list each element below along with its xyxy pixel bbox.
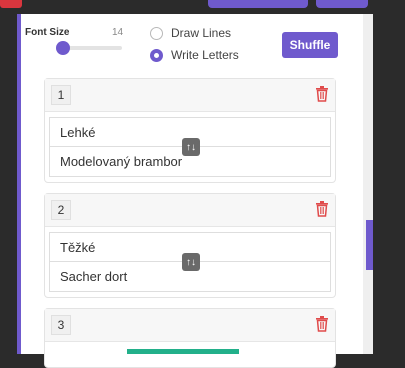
trash-icon[interactable] <box>315 316 329 332</box>
trash-icon[interactable] <box>315 86 329 102</box>
pair-card-header: 1 <box>45 79 335 112</box>
pair-card-2: 2 Těžké Sacher dort ↑↓ <box>44 193 336 298</box>
radio-write-letters[interactable]: Write Letters <box>150 48 239 62</box>
pair-number: 3 <box>51 315 71 335</box>
radio-draw-lines-label: Draw Lines <box>171 26 232 40</box>
partial-purple-button-2[interactable] <box>316 0 368 8</box>
scrollbar-track[interactable] <box>363 14 373 354</box>
partial-green-button[interactable] <box>127 349 239 354</box>
pair-card-3: 3 <box>44 308 336 368</box>
font-size-label: Font Size <box>25 27 70 38</box>
settings-panel <box>17 14 367 354</box>
partial-purple-button[interactable] <box>208 0 308 8</box>
trash-icon[interactable] <box>315 201 329 217</box>
pair-number: 1 <box>51 85 71 105</box>
radio-write-letters-label: Write Letters <box>171 48 239 62</box>
scrollbar-thumb[interactable] <box>366 220 373 270</box>
partial-red-button[interactable] <box>0 0 22 8</box>
swap-arrows-icon[interactable]: ↑↓ <box>182 138 200 156</box>
radio-draw-lines[interactable]: Draw Lines <box>150 26 231 40</box>
pair-card-1: 1 Lehké Modelovaný brambor ↑↓ <box>44 78 336 183</box>
swap-arrows-icon[interactable]: ↑↓ <box>182 253 200 271</box>
pair-number: 2 <box>51 200 71 220</box>
font-size-value: 14 <box>112 27 124 38</box>
font-size-slider-thumb[interactable] <box>56 41 70 55</box>
shuffle-button[interactable]: Shuffle <box>282 32 338 58</box>
radio-draw-lines-circle[interactable] <box>150 26 163 40</box>
radio-write-letters-circle[interactable] <box>150 48 163 62</box>
pair-card-header: 2 <box>45 194 335 227</box>
pair-card-header: 3 <box>45 309 335 342</box>
